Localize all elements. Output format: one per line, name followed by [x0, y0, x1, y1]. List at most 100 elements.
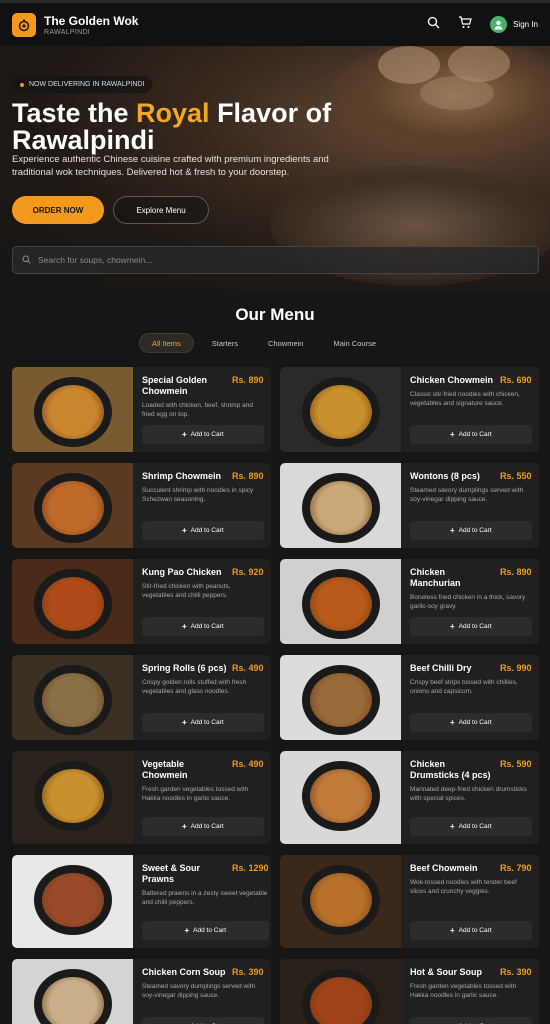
- sign-in-button[interactable]: Sign In: [490, 16, 538, 33]
- status-dot: [20, 82, 24, 87]
- dish-name: Special Golden Chowmein: [142, 375, 208, 396]
- dish-food: [310, 873, 372, 927]
- dish-name: Beef Chilli Dry: [410, 663, 472, 673]
- add-to-cart-label: Add to Cart: [190, 823, 224, 830]
- explore-menu-button[interactable]: Explore Menu: [113, 196, 209, 224]
- dish-info: Hot & Sour Soup Rs. 390 Fresh garden veget…: [401, 959, 539, 1024]
- dish-name: Kung Pao Chicken: [142, 567, 222, 577]
- dish-info: Shrimp Chowmein Rs. 890 Succulent shrimp w…: [133, 463, 271, 548]
- search-input[interactable]: [38, 255, 518, 265]
- order-now-button[interactable]: ORDER NOW: [12, 196, 104, 224]
- add-to-cart-button[interactable]: +Add to Cart: [410, 425, 532, 444]
- menu-item-card[interactable]: Wontons (8 pcs) Rs. 550 Steamed savory dum…: [280, 463, 539, 548]
- dish-info: Vegetable Chowmein Rs. 490 Fresh garden ve…: [133, 751, 271, 844]
- dish-description: Steamed savory dumplings served with soy…: [410, 487, 524, 503]
- dish-image[interactable]: [12, 751, 133, 844]
- dish-price: Rs. 490: [232, 759, 264, 769]
- dish-price: Rs. 990: [500, 663, 532, 673]
- menu-item-card[interactable]: Sweet & Sour Prawns Rs. 1290 Battered praw…: [12, 855, 271, 948]
- dish-info: Chicken Chowmein Rs. 690 Classic stir-frie…: [401, 367, 539, 452]
- brand[interactable]: The Golden Wok RAWALPINDI: [44, 14, 138, 36]
- dish-info: Beef Chilli Dry Rs. 990 Crispy beef strips…: [401, 655, 539, 740]
- dish-image[interactable]: [280, 655, 401, 740]
- dish-price: Rs. 890: [500, 567, 532, 577]
- add-to-cart-button[interactable]: +Add to Cart: [410, 817, 532, 836]
- plus-icon: +: [449, 526, 455, 535]
- dish-image[interactable]: [280, 559, 401, 644]
- dish-image[interactable]: [12, 367, 133, 452]
- add-to-cart-button[interactable]: +Add to Cart: [142, 617, 264, 636]
- dish-image[interactable]: [12, 559, 133, 644]
- dish-image[interactable]: [12, 855, 133, 948]
- dish-food: [42, 977, 104, 1024]
- search-icon[interactable]: [427, 16, 440, 34]
- dish-image[interactable]: [280, 959, 401, 1024]
- dish-food: [310, 385, 372, 439]
- menu-item-card[interactable]: Special Golden Chowmein Rs. 890 Loaded wit…: [12, 367, 271, 452]
- dish-description: Battered prawns in a zesty sweet vegetab…: [142, 890, 268, 906]
- hero-title-part1: Taste the: [12, 98, 137, 128]
- logo-icon[interactable]: [12, 12, 36, 37]
- top-navbar: The Golden Wok RAWALPINDI Sign In: [0, 0, 550, 46]
- add-to-cart-button[interactable]: +Add to Cart: [410, 1017, 532, 1024]
- plus-icon: +: [181, 526, 187, 535]
- dish-info: Chicken Corn Soup Rs. 390 Steamed savory d…: [133, 959, 271, 1024]
- add-to-cart-label: Add to Cart: [458, 623, 492, 630]
- tab-starters[interactable]: Starters: [200, 333, 250, 353]
- dish-description: Succulent shrimp with noodles in spicy S…: [142, 487, 254, 503]
- add-to-cart-button[interactable]: +Add to Cart: [142, 425, 264, 444]
- menu-item-card[interactable]: Beef Chowmein Rs. 790 Wok-tossed noodles w…: [280, 855, 539, 948]
- search-icon: [22, 251, 31, 269]
- dish-name: Hot & Sour Soup: [410, 967, 482, 977]
- dish-image[interactable]: [280, 751, 401, 844]
- add-to-cart-button[interactable]: +Add to Cart: [142, 817, 264, 836]
- dish-name: Vegetable Chowmein: [142, 759, 188, 780]
- dish-info: Chicken Drumsticks (4 pcs) Rs. 590 Marinat…: [401, 751, 539, 844]
- dish-info: Chicken Manchurian Rs. 890 Boneless fried …: [401, 559, 539, 644]
- menu-item-card[interactable]: Shrimp Chowmein Rs. 890 Succulent shrimp w…: [12, 463, 271, 548]
- dish-info: Kung Pao Chicken Rs. 920 Stir-fried chicke…: [133, 559, 271, 644]
- menu-item-card[interactable]: Chicken Corn Soup Rs. 390 Steamed savory d…: [12, 959, 271, 1024]
- add-to-cart-button[interactable]: +Add to Cart: [410, 617, 532, 636]
- tab-main-course[interactable]: Main Course: [321, 333, 388, 353]
- add-to-cart-button[interactable]: +Add to Cart: [410, 713, 532, 732]
- add-to-cart-button[interactable]: +Add to Cart: [142, 713, 264, 732]
- menu-item-card[interactable]: Kung Pao Chicken Rs. 920 Stir-fried chicke…: [12, 559, 271, 644]
- dish-info: Beef Chowmein Rs. 790 Wok-tossed noodles w…: [401, 855, 539, 948]
- add-to-cart-button[interactable]: +Add to Cart: [142, 521, 264, 540]
- hero-dumpling-shape: [378, 46, 440, 84]
- dish-info: Wontons (8 pcs) Rs. 550 Steamed savory dum…: [401, 463, 539, 548]
- tab-chowmein[interactable]: Chowmein: [256, 333, 315, 353]
- menu-item-card[interactable]: Hot & Sour Soup Rs. 390 Fresh garden veget…: [280, 959, 539, 1024]
- dish-image[interactable]: [12, 463, 133, 548]
- dish-image[interactable]: [280, 855, 401, 948]
- dish-image[interactable]: [280, 463, 401, 548]
- dish-price: Rs. 920: [232, 567, 264, 577]
- add-to-cart-label: Add to Cart: [458, 527, 492, 534]
- cart-icon[interactable]: [458, 15, 472, 34]
- menu-item-card[interactable]: Chicken Manchurian Rs. 890 Boneless fried …: [280, 559, 539, 644]
- add-to-cart-button[interactable]: +Add to Cart: [410, 921, 532, 940]
- add-to-cart-button[interactable]: +Add to Cart: [410, 521, 532, 540]
- menu-grid: Special Golden Chowmein Rs. 890 Loaded wit…: [12, 367, 539, 1024]
- add-to-cart-label: Add to Cart: [190, 431, 224, 438]
- tab-all-items[interactable]: All Items: [139, 333, 194, 353]
- dish-food: [310, 481, 372, 535]
- dish-image[interactable]: [12, 655, 133, 740]
- dish-image[interactable]: [12, 959, 133, 1024]
- menu-item-card[interactable]: Beef Chilli Dry Rs. 990 Crispy beef strips…: [280, 655, 539, 740]
- dish-image[interactable]: [280, 367, 401, 452]
- add-to-cart-label: Add to Cart: [458, 823, 492, 830]
- brand-location: RAWALPINDI: [44, 28, 91, 36]
- menu-item-card[interactable]: Chicken Chowmein Rs. 690 Classic stir-frie…: [280, 367, 539, 452]
- add-to-cart-button[interactable]: +Add to Cart: [142, 921, 269, 940]
- add-to-cart-button[interactable]: +Add to Cart: [142, 1017, 264, 1024]
- dish-name: Sweet & Sour Prawns: [142, 863, 201, 884]
- dish-name: Chicken Corn Soup: [142, 967, 226, 977]
- dish-description: Stir-fried chicken with peanuts, vegetab…: [142, 583, 231, 599]
- hero-section: NOW DELIVERING IN RAWALPINDI Taste the R…: [0, 46, 550, 290]
- menu-item-card[interactable]: Spring Rolls (6 pcs) Rs. 490 Crispy golden…: [12, 655, 271, 740]
- menu-item-card[interactable]: Vegetable Chowmein Rs. 490 Fresh garden ve…: [12, 751, 271, 844]
- search-bar[interactable]: [12, 246, 539, 274]
- menu-item-card[interactable]: Chicken Drumsticks (4 pcs) Rs. 590 Marinat…: [280, 751, 539, 844]
